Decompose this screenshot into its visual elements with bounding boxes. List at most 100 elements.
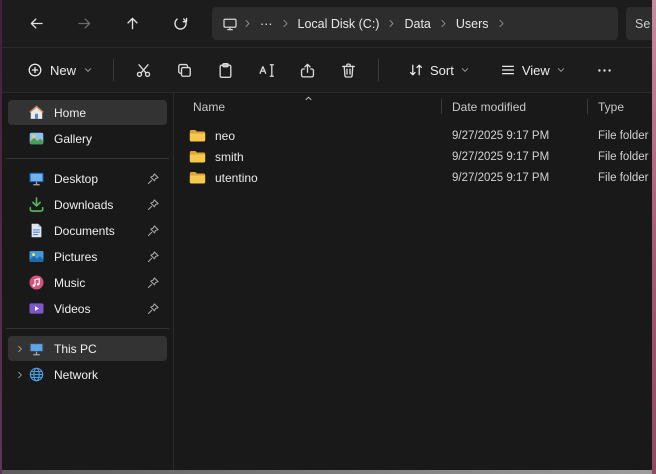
sidebar-item-label: Gallery bbox=[54, 132, 163, 146]
gallery-icon bbox=[28, 130, 45, 147]
chevron-down-icon bbox=[83, 65, 93, 75]
trash-icon bbox=[340, 62, 357, 79]
file-name: smith bbox=[215, 150, 244, 164]
column-header-date-modified[interactable]: Date modified bbox=[442, 93, 588, 120]
sidebar-item-label: Pictures bbox=[54, 250, 146, 264]
cell-type: File folder bbox=[588, 151, 652, 163]
new-button-label: New bbox=[50, 63, 76, 78]
sidebar-item-label: Documents bbox=[54, 224, 146, 238]
column-divider[interactable] bbox=[587, 99, 588, 114]
breadcrumb-segment-local-disk[interactable]: Local Disk (C:) bbox=[291, 13, 387, 35]
sort-button[interactable]: Sort bbox=[398, 55, 480, 85]
sort-button-label: Sort bbox=[430, 63, 454, 78]
cell-date-modified: 9/27/2025 9:17 PM bbox=[442, 151, 588, 163]
paste-icon bbox=[217, 62, 234, 79]
view-icon bbox=[500, 62, 516, 78]
sidebar-divider bbox=[6, 328, 169, 329]
desktop-icon bbox=[28, 170, 45, 187]
copy-icon bbox=[176, 62, 193, 79]
view-button[interactable]: View bbox=[490, 55, 576, 85]
chevron-down-icon bbox=[460, 65, 470, 75]
more-options-button[interactable] bbox=[584, 52, 625, 88]
forward-button[interactable] bbox=[60, 7, 108, 41]
sidebar-item-label: Downloads bbox=[54, 198, 146, 212]
navigation-bar: ··· Local Disk (C:) Data Users Se bbox=[2, 0, 652, 48]
column-label: Name bbox=[193, 100, 225, 114]
expand-chevron-icon[interactable] bbox=[12, 344, 28, 354]
file-rows: neo 9/27/2025 9:17 PM File folder smith … bbox=[174, 120, 652, 188]
toolbar-divider bbox=[113, 59, 114, 81]
pin-icon bbox=[146, 198, 160, 212]
navigation-pane: Home Gallery Desktop bbox=[2, 93, 174, 470]
sidebar-item-home[interactable]: Home bbox=[8, 100, 167, 125]
file-name: neo bbox=[215, 129, 235, 143]
folder-icon bbox=[189, 128, 206, 143]
expand-chevron-icon[interactable] bbox=[12, 370, 28, 380]
sidebar-item-this-pc[interactable]: This PC bbox=[8, 336, 167, 361]
paste-button[interactable] bbox=[205, 52, 246, 88]
breadcrumb-segment-users[interactable]: Users bbox=[449, 13, 496, 35]
sidebar-item-documents[interactable]: Documents bbox=[8, 218, 167, 243]
file-explorer-window: ··· Local Disk (C:) Data Users Se New bbox=[2, 0, 652, 470]
file-row-utentino[interactable]: utentino 9/27/2025 9:17 PM File folder bbox=[174, 167, 652, 188]
cut-button[interactable] bbox=[123, 52, 164, 88]
refresh-icon bbox=[172, 15, 189, 32]
sidebar-item-gallery[interactable]: Gallery bbox=[8, 126, 167, 151]
pin-icon bbox=[146, 172, 160, 186]
cell-date-modified: 9/27/2025 9:17 PM bbox=[442, 172, 588, 184]
forward-icon bbox=[76, 15, 93, 32]
sidebar-item-music[interactable]: Music bbox=[8, 270, 167, 295]
sidebar-item-downloads[interactable]: Downloads bbox=[8, 192, 167, 217]
pictures-icon bbox=[28, 248, 45, 265]
rename-button[interactable] bbox=[246, 52, 287, 88]
refresh-button[interactable] bbox=[156, 7, 204, 41]
cell-date-modified: 9/27/2025 9:17 PM bbox=[442, 130, 588, 142]
file-row-neo[interactable]: neo 9/27/2025 9:17 PM File folder bbox=[174, 125, 652, 146]
documents-icon bbox=[28, 222, 45, 239]
column-header-type[interactable]: Type bbox=[588, 93, 652, 120]
delete-button[interactable] bbox=[328, 52, 369, 88]
cut-icon bbox=[135, 62, 152, 79]
more-options-icon bbox=[596, 62, 613, 79]
sidebar-item-desktop[interactable]: Desktop bbox=[8, 166, 167, 191]
sidebar-item-network[interactable]: Network bbox=[8, 362, 167, 387]
search-text: Se bbox=[635, 17, 650, 31]
window-body: Home Gallery Desktop bbox=[2, 93, 652, 470]
desktop-edge-right bbox=[652, 0, 656, 474]
chevron-right-icon bbox=[280, 18, 291, 29]
column-header-name[interactable]: Name bbox=[174, 93, 442, 120]
file-list-pane: Name Date modified Type bbox=[174, 93, 652, 470]
home-icon bbox=[28, 104, 45, 121]
cell-name: neo bbox=[174, 128, 442, 143]
back-button[interactable] bbox=[12, 7, 60, 41]
plus-circle-icon bbox=[27, 62, 43, 78]
sidebar-item-pictures[interactable]: Pictures bbox=[8, 244, 167, 269]
screenshot-root: ··· Local Disk (C:) Data Users Se New bbox=[0, 0, 656, 474]
up-button[interactable] bbox=[108, 7, 156, 41]
breadcrumb-segment-data[interactable]: Data bbox=[397, 13, 437, 35]
address-bar[interactable]: ··· Local Disk (C:) Data Users bbox=[212, 7, 618, 40]
file-row-smith[interactable]: smith 9/27/2025 9:17 PM File folder bbox=[174, 146, 652, 167]
sidebar-item-label: Network bbox=[54, 368, 163, 382]
pin-icon bbox=[146, 302, 160, 316]
column-headers: Name Date modified Type bbox=[174, 93, 652, 120]
up-icon bbox=[124, 15, 141, 32]
back-icon bbox=[28, 15, 45, 32]
this-pc-icon bbox=[28, 340, 45, 357]
toolbar-divider bbox=[378, 59, 379, 81]
sidebar-divider bbox=[6, 158, 169, 159]
chevron-right-icon bbox=[242, 18, 253, 29]
folder-icon bbox=[189, 149, 206, 164]
command-bar: New bbox=[2, 48, 652, 93]
sidebar-item-videos[interactable]: Videos bbox=[8, 296, 167, 321]
file-name: utentino bbox=[215, 171, 258, 185]
sidebar-item-label: This PC bbox=[54, 342, 163, 356]
copy-button[interactable] bbox=[164, 52, 205, 88]
pin-icon bbox=[146, 224, 160, 238]
share-button[interactable] bbox=[287, 52, 328, 88]
breadcrumb-ellipsis[interactable]: ··· bbox=[253, 13, 280, 35]
search-input[interactable]: Se bbox=[626, 7, 652, 40]
sidebar-item-label: Home bbox=[54, 106, 163, 120]
new-button[interactable]: New bbox=[16, 55, 104, 85]
downloads-icon bbox=[28, 196, 45, 213]
